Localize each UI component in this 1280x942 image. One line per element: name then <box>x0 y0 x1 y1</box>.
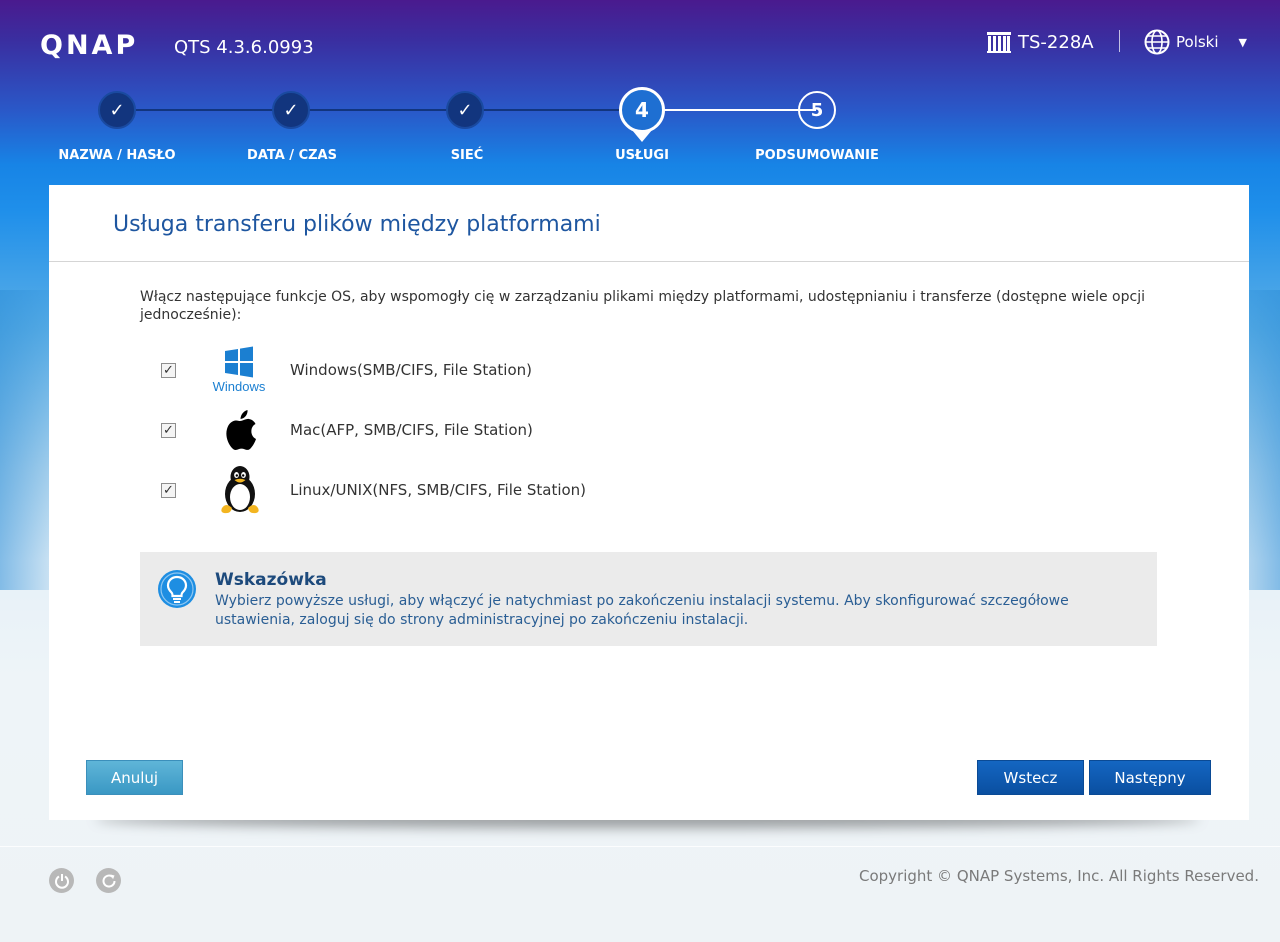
back-button[interactable]: Wstecz <box>977 760 1084 795</box>
progress-line-pending <box>646 109 816 111</box>
linux-tux-icon <box>209 462 271 518</box>
cancel-button[interactable]: Anuluj <box>86 760 183 795</box>
qnap-logo: QNAP <box>40 30 139 61</box>
windows-checkbox[interactable]: ✓ <box>161 362 176 378</box>
progress-line-complete <box>136 109 646 111</box>
header-divider <box>1119 30 1120 52</box>
option-mac: ✓ Mac(AFP, SMB/CIFS, File Station) <box>161 402 761 458</box>
mac-checkbox[interactable]: ✓ <box>161 422 176 438</box>
windows-wordmark: Windows <box>213 379 266 394</box>
page-title: Usługa transferu plików między platforma… <box>113 212 601 237</box>
device-model-name: TS-228A <box>1018 31 1094 53</box>
step-5-pending: 5 <box>798 91 836 129</box>
chevron-down-icon: ▼ <box>1238 35 1247 49</box>
device-model: TS-228A <box>986 30 1094 54</box>
step-4-label: USŁUGI <box>615 148 669 163</box>
footer-divider <box>0 846 1280 847</box>
step-5-label: PODSUMOWANIE <box>755 148 879 163</box>
option-windows: ✓ Windows Windows(SMB/CIFS, File Station… <box>161 342 761 398</box>
firmware-version: QTS 4.3.6.0993 <box>174 37 314 58</box>
title-divider <box>49 261 1249 262</box>
next-button[interactable]: Następny <box>1089 760 1211 795</box>
language-label: Polski <box>1176 33 1219 51</box>
tip-box: Wskazówka Wybierz powyższe usługi, aby w… <box>140 552 1157 646</box>
restart-icon[interactable] <box>96 868 121 893</box>
apple-icon <box>209 402 271 458</box>
windows-option-label: Windows(SMB/CIFS, File Station) <box>290 361 532 379</box>
step-3-label: SIEĆ <box>450 148 484 163</box>
tip-text: Wybierz powyższe usługi, aby włączyć je … <box>215 593 1069 628</box>
setup-wizard-steps: ✓ NAZWA / HASŁO ✓ DATA / CZAS ✓ SIEĆ 4 U… <box>0 87 1280 178</box>
current-step-pointer <box>632 130 652 142</box>
step-4-current: 4 <box>619 87 665 133</box>
lightbulb-icon <box>158 570 196 608</box>
wizard-panel: Usługa transferu plików między platforma… <box>49 185 1249 820</box>
globe-icon <box>1144 29 1170 55</box>
tip-title: Wskazówka <box>215 570 327 590</box>
step-1-label: NAZWA / HASŁO <box>58 148 176 163</box>
step-2-check-icon: ✓ <box>272 91 310 129</box>
step-1-check-icon: ✓ <box>98 91 136 129</box>
nas-device-icon <box>987 32 1011 53</box>
linux-checkbox[interactable]: ✓ <box>161 482 176 498</box>
linux-option-label: Linux/UNIX(NFS, SMB/CIFS, File Station) <box>290 481 587 499</box>
copyright-text: Copyright © QNAP Systems, Inc. All Right… <box>859 867 1259 885</box>
step-2-label: DATA / CZAS <box>247 148 337 163</box>
option-linux: ✓ Linux/UNIX(NFS, SMB/CIFS, File Station… <box>161 462 761 518</box>
step-3-check-icon: ✓ <box>446 91 484 129</box>
mac-option-label: Mac(AFP, SMB/CIFS, File Station) <box>290 421 533 439</box>
windows-icon: Windows <box>209 342 271 398</box>
language-selector[interactable]: Polski ▼ <box>1144 29 1247 55</box>
intro-text: Włącz następujące funkcje OS, aby wspomo… <box>140 289 1145 323</box>
power-icon[interactable] <box>49 868 74 893</box>
